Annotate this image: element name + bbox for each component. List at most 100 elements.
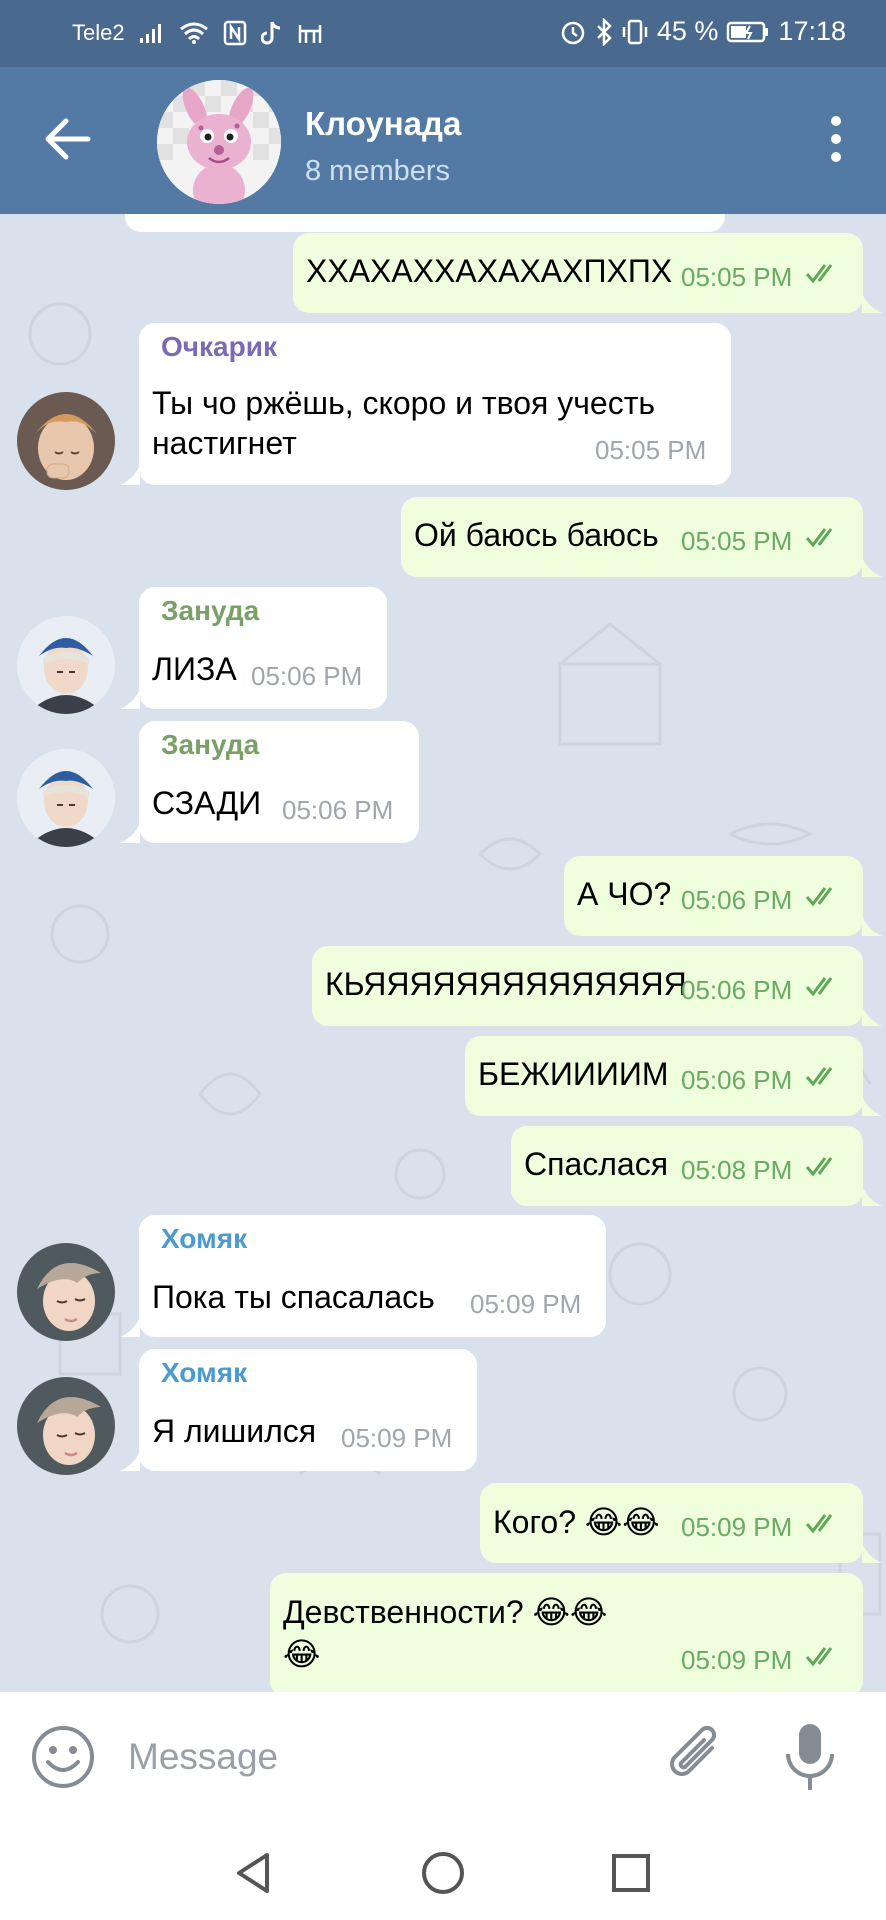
chat-title[interactable]: Клоунада xyxy=(305,105,461,143)
status-bar: Tele2 45 % 17:18 xyxy=(0,0,886,67)
bubble-tail xyxy=(120,465,140,485)
bubble-tail xyxy=(862,1096,882,1116)
group-avatar[interactable] xyxy=(157,80,281,204)
message-text: Я лишился xyxy=(152,1413,317,1449)
avatar-ochkarik[interactable] xyxy=(17,392,115,490)
nfc-icon xyxy=(223,20,246,46)
nav-back-icon[interactable] xyxy=(227,1845,283,1901)
sender-name[interactable]: Очкарик xyxy=(161,331,277,363)
more-vertical-icon[interactable] xyxy=(814,107,858,171)
message-text: ХХАХАХХАХАХАХПХПХ xyxy=(306,253,673,289)
double-check-icon xyxy=(805,528,833,548)
message-bubble-incoming[interactable]: Хомяк Я лишился 05:09 PM xyxy=(139,1349,477,1471)
sender-name[interactable]: Зануда xyxy=(161,729,259,761)
avatar-homyak[interactable] xyxy=(17,1377,115,1475)
message-text: БЕЖИИИИМ xyxy=(478,1056,669,1092)
message-bubble-outgoing[interactable]: БЕЖИИИИМ 05:06 PM xyxy=(465,1036,863,1116)
avatar-homyak[interactable] xyxy=(17,1243,115,1341)
paperclip-icon[interactable] xyxy=(660,1722,730,1792)
battery-icon xyxy=(727,21,769,42)
signal-icon xyxy=(139,24,161,43)
message-input[interactable] xyxy=(128,1724,628,1790)
message-time: 05:08 PM xyxy=(681,1155,793,1185)
avatar-image xyxy=(17,749,115,847)
message-time: 05:06 PM xyxy=(681,1065,793,1095)
message-bubble-outgoing[interactable]: Кого? 😂😂 05:09 PM xyxy=(480,1483,863,1563)
avatar-image xyxy=(17,1377,115,1475)
bubble-tail xyxy=(862,557,882,577)
avatar-image xyxy=(17,392,115,490)
message-text: Ой баюсь баюсь xyxy=(414,517,659,553)
bluetooth-icon xyxy=(596,17,612,46)
message-time: 05:05 PM xyxy=(595,435,707,465)
message-bubble-outgoing[interactable]: Девственности? 😂😂 😂 05:09 PM xyxy=(270,1573,863,1692)
bubble-tail xyxy=(862,1543,882,1563)
message-text: Девственности? 😂😂 xyxy=(283,1594,608,1630)
double-check-icon xyxy=(805,887,833,907)
chat-header: Клоунада 8 members xyxy=(0,67,886,214)
message-time: 05:09 PM xyxy=(681,1512,793,1542)
system-nav-bar xyxy=(0,1823,886,1920)
message-time: 05:09 PM xyxy=(470,1289,582,1319)
message-bubble-incoming[interactable]: Зануда ЛИЗА 05:06 PM xyxy=(139,587,387,709)
message-text: 😂 xyxy=(283,1636,321,1672)
carrier-label: Tele2 xyxy=(72,20,125,45)
message-text: Кого? 😂😂 xyxy=(493,1504,660,1540)
message-time: 05:05 PM xyxy=(681,526,793,556)
bubble-tail xyxy=(120,1317,140,1337)
nav-recents-icon[interactable] xyxy=(603,1845,659,1901)
double-check-icon xyxy=(805,264,833,284)
message-time: 05:05 PM xyxy=(681,262,793,292)
bubble-tail xyxy=(862,1186,882,1206)
sender-name[interactable]: Хомяк xyxy=(161,1223,247,1255)
members-count[interactable]: 8 members xyxy=(305,155,450,188)
message-bubble-outgoing[interactable]: Ой баюсь баюсь 05:05 PM xyxy=(401,497,863,577)
message-bubble-incoming[interactable]: Зануда СЗАДИ 05:06 PM xyxy=(139,721,419,843)
wifi-icon xyxy=(179,22,208,44)
message-text: КЬЯЯЯЯЯЯЯЯЯЯЯЯЯЯ xyxy=(325,966,687,1002)
message-time: 05:06 PM xyxy=(251,661,363,691)
bubble-tail xyxy=(862,1006,882,1026)
message-bubble-incoming[interactable]: Хомяк Пока ты спасалась 05:09 PM xyxy=(139,1215,606,1337)
nav-home-icon[interactable] xyxy=(415,1845,471,1901)
message-text: Пока ты спасалась xyxy=(152,1279,435,1315)
double-check-icon xyxy=(805,1067,833,1087)
message-bubble-incoming[interactable]: Очкарик Ты чо ржёшь, скоро и твоя учесть… xyxy=(139,323,731,485)
battery-percent: 45 % xyxy=(656,16,719,46)
sender-name[interactable]: Хомяк xyxy=(161,1357,247,1389)
message-bubble-outgoing[interactable]: Спаслася 05:08 PM xyxy=(511,1126,863,1206)
vibrate-icon xyxy=(622,19,648,44)
message-time: 05:09 PM xyxy=(681,1645,793,1675)
back-arrow-icon[interactable] xyxy=(36,107,100,171)
message-bubble-partial[interactable] xyxy=(125,214,725,232)
message-text: А ЧО? xyxy=(577,876,672,912)
microphone-icon[interactable] xyxy=(780,1720,840,1794)
message-time: 05:06 PM xyxy=(282,795,394,825)
app-icon xyxy=(298,25,321,43)
message-time: 05:06 PM xyxy=(681,975,793,1005)
avatar-image xyxy=(17,1243,115,1341)
message-text: ЛИЗА xyxy=(152,651,237,687)
clock: 17:18 xyxy=(778,16,846,46)
alarm-icon xyxy=(561,21,585,44)
double-check-icon xyxy=(805,1514,833,1534)
message-text: Ты чо ржёшь, скоро и твоя учесть xyxy=(152,385,656,421)
message-text: настигнет xyxy=(152,425,297,461)
message-bubble-outgoing[interactable]: А ЧО? 05:06 PM xyxy=(564,856,863,936)
bubble-tail xyxy=(862,293,882,313)
avatar-zanuda[interactable] xyxy=(17,616,115,714)
message-bubble-outgoing[interactable]: КЬЯЯЯЯЯЯЯЯЯЯЯЯЯЯ 05:06 PM xyxy=(312,946,863,1026)
avatar-image xyxy=(17,616,115,714)
tiktok-icon xyxy=(260,21,280,45)
bubble-tail xyxy=(120,1451,140,1471)
message-input-bar xyxy=(0,1692,886,1823)
avatar-zanuda[interactable] xyxy=(17,749,115,847)
message-list[interactable]: ХХАХАХХАХАХАХПХПХ 05:05 PM Очкарик Ты чо… xyxy=(0,214,886,1692)
bubble-tail xyxy=(120,823,140,843)
sender-name[interactable]: Зануда xyxy=(161,595,259,627)
message-bubble-outgoing[interactable]: ХХАХАХХАХАХАХПХПХ 05:05 PM xyxy=(293,233,863,313)
group-avatar-image xyxy=(157,80,281,204)
message-text: Спаслася xyxy=(524,1146,669,1182)
smile-icon[interactable] xyxy=(30,1724,96,1790)
message-time: 05:09 PM xyxy=(341,1423,453,1453)
